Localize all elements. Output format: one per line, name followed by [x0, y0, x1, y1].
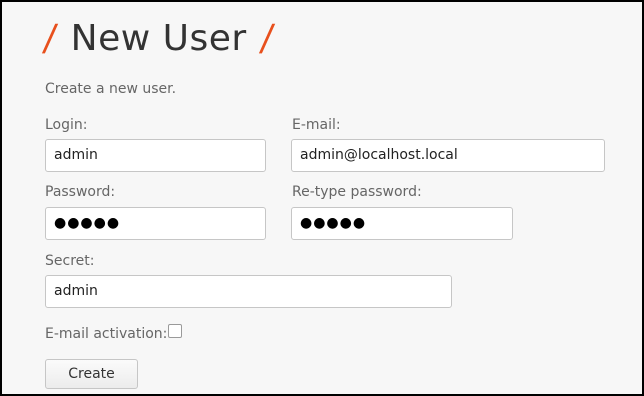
email-input[interactable]: admin@localhost.local — [291, 139, 605, 172]
title-slash-left: / — [41, 17, 60, 59]
retype-password-label: Re-type password: — [292, 184, 422, 200]
email-label: E-mail: — [292, 117, 341, 133]
intro-text: Create a new user. — [45, 81, 177, 97]
window-frame: / New User / Create a new user. Login: a… — [0, 0, 644, 396]
login-label: Login: — [45, 117, 88, 133]
password-input[interactable]: ●●●●● — [45, 207, 266, 240]
page-title: / New User / — [41, 13, 277, 63]
page-title-text: New User — [70, 17, 247, 59]
email-activation-checkbox[interactable] — [168, 324, 182, 338]
title-slash-right: / — [257, 17, 277, 59]
secret-input[interactable]: admin — [45, 275, 452, 308]
create-button[interactable]: Create — [45, 359, 138, 389]
secret-label: Secret: — [45, 253, 95, 269]
email-activation-label: E-mail activation: — [45, 326, 168, 342]
password-label: Password: — [45, 184, 116, 200]
retype-password-input[interactable]: ●●●●● — [291, 207, 513, 240]
login-input[interactable]: admin — [45, 139, 266, 172]
